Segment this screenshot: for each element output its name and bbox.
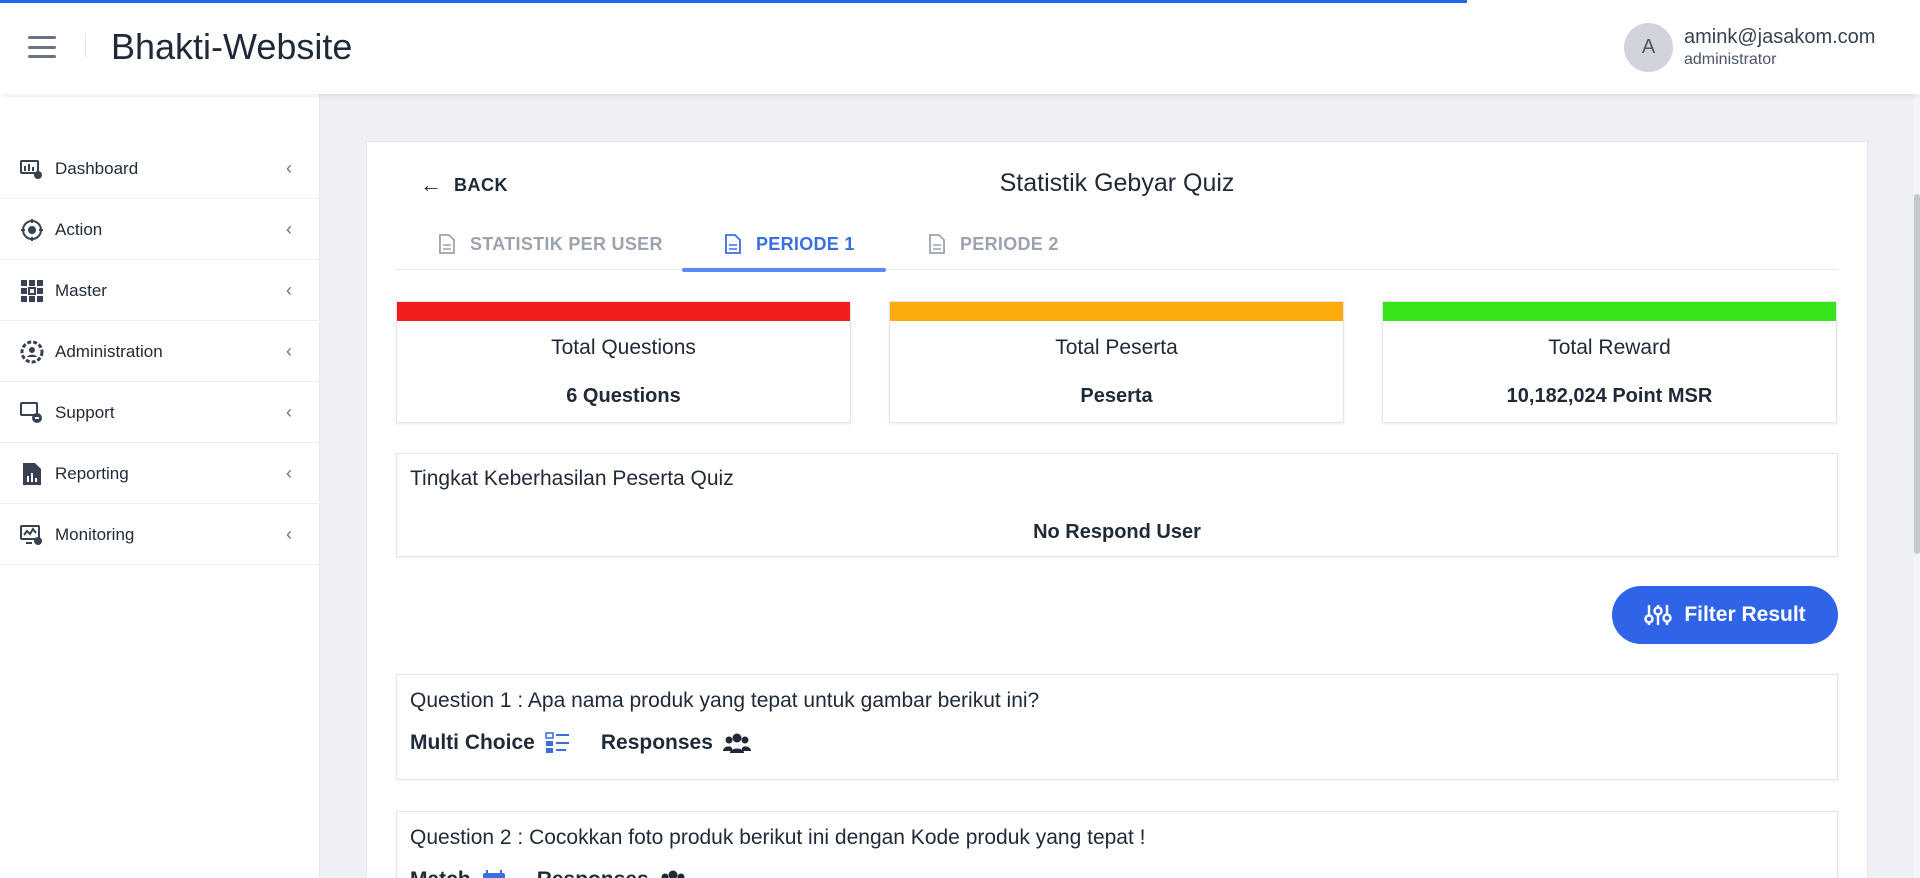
avatar[interactable]: A (1624, 23, 1673, 72)
sidebar-item-label: Reporting (55, 463, 129, 483)
chevron-left-icon: ‹ (286, 463, 292, 483)
stat-value: 6 Questions (566, 385, 681, 407)
stat-color-bar (1383, 302, 1836, 321)
stat-card-total-questions: Total Questions 6 Questions (396, 301, 851, 423)
stat-title: Total Questions (551, 336, 696, 359)
stat-card-total-reward: Total Reward 10,182,024 Point MSR (1382, 301, 1837, 423)
chevron-left-icon: ‹ (286, 280, 292, 300)
tab-statistik-per-user[interactable]: STATISTIK PER USER (438, 218, 663, 270)
question-type: Multi Choice (410, 731, 535, 754)
sidebar-item-support[interactable]: Support ‹ (0, 383, 320, 443)
user-email[interactable]: amink@jasakom.com (1684, 26, 1875, 49)
success-rate-title: Tingkat Keberhasilan Peserta Quiz (410, 467, 734, 490)
question-type: Match (410, 868, 471, 878)
question-meta: Multi Choice Responses (410, 731, 751, 755)
chevron-left-icon: ‹ (286, 158, 292, 178)
tab-periode-2[interactable]: PERIODE 2 (928, 218, 1059, 270)
question-title: Question 1 : Apa nama produk yang tepat … (410, 689, 1040, 712)
support-icon (20, 401, 42, 423)
sidebar-item-label: Monitoring (55, 524, 135, 544)
reporting-icon (23, 462, 41, 485)
tab-label: PERIODE 1 (756, 233, 855, 254)
sidebar-item-label: Support (55, 402, 115, 422)
sidebar-item-monitoring[interactable]: Monitoring ‹ (0, 505, 320, 565)
stat-title: Total Reward (1548, 336, 1671, 359)
stat-value: 10,182,024 Point MSR (1506, 385, 1713, 407)
action-icon (21, 218, 43, 241)
tab-label: PERIODE 2 (960, 233, 1059, 254)
users-icon (722, 733, 751, 753)
tab-label: STATISTIK PER USER (470, 233, 663, 254)
responses-label: Responses (537, 868, 649, 878)
tab-bar: STATISTIK PER USER PERIODE 1 PERIODE 2 (396, 218, 1838, 270)
chevron-left-icon: ‹ (286, 524, 292, 544)
document-icon (725, 234, 741, 254)
sliders-icon (1644, 605, 1673, 625)
page-scrollbar[interactable] (1914, 94, 1920, 878)
sidebar-item-label: Master (55, 280, 107, 300)
question-card: Question 1 : Apa nama produk yang tepat … (396, 674, 1838, 780)
document-icon (439, 234, 455, 254)
question-meta: Match Responses (410, 868, 687, 878)
chevron-left-icon: ‹ (286, 402, 292, 422)
chevron-left-icon: ‹ (286, 219, 292, 239)
sidebar: Dashboard ‹ Action ‹ Master ‹ Administra… (0, 94, 320, 878)
sidebar-item-administration[interactable]: Administration ‹ (0, 322, 320, 382)
administration-icon (20, 340, 44, 363)
back-button[interactable]: ← BACK (420, 172, 508, 198)
sidebar-item-reporting[interactable]: Reporting ‹ (0, 444, 320, 504)
stat-color-bar (890, 302, 1343, 321)
stat-value: Peserta (1080, 385, 1153, 407)
filter-result-label: Filter Result (1684, 603, 1806, 626)
page-title: Statistik Gebyar Quiz (999, 169, 1235, 197)
loading-progress-bar (0, 0, 1467, 3)
dashboard-icon (20, 159, 42, 179)
sidebar-item-dashboard[interactable]: Dashboard ‹ (0, 139, 320, 199)
sidebar-item-label: Action (55, 219, 103, 239)
chevron-left-icon: ‹ (286, 341, 292, 361)
monitoring-icon (20, 524, 42, 545)
stat-card-total-peserta: Total Peserta Peserta (889, 301, 1344, 423)
scrollbar-thumb[interactable] (1914, 194, 1920, 554)
header-divider (85, 34, 86, 58)
sidebar-item-master[interactable]: Master ‹ (0, 261, 320, 321)
filter-result-button[interactable]: Filter Result (1612, 586, 1838, 644)
multi-choice-icon (545, 732, 569, 753)
sidebar-item-label: Dashboard (55, 158, 139, 178)
active-tab-indicator (682, 268, 886, 272)
users-icon (661, 870, 685, 878)
menu-icon[interactable] (28, 36, 56, 58)
empty-state-text: No Respond User (1033, 521, 1201, 543)
back-label: BACK (454, 174, 508, 195)
match-icon (482, 870, 505, 878)
user-role: administrator (1684, 51, 1777, 68)
top-bar: Bhakti-Website A amink@jasakom.com admin… (0, 0, 1920, 94)
document-icon (929, 234, 945, 254)
success-rate-panel: Tingkat Keberhasilan Peserta Quiz No Res… (396, 453, 1838, 557)
sidebar-item-action[interactable]: Action ‹ (0, 200, 320, 260)
tab-periode-1[interactable]: PERIODE 1 (724, 218, 855, 270)
app-title: Bhakti-Website (111, 26, 353, 67)
responses-label: Responses (600, 731, 713, 754)
question-title: Question 2 : Cocokkan foto produk beriku… (410, 826, 1146, 849)
stat-title: Total Peserta (1055, 336, 1178, 359)
stat-color-bar (397, 302, 850, 321)
sidebar-item-label: Administration (55, 341, 163, 361)
master-icon (21, 279, 43, 302)
question-card: Question 2 : Cocokkan foto produk beriku… (396, 811, 1838, 878)
arrow-left-icon: ← (420, 172, 442, 197)
